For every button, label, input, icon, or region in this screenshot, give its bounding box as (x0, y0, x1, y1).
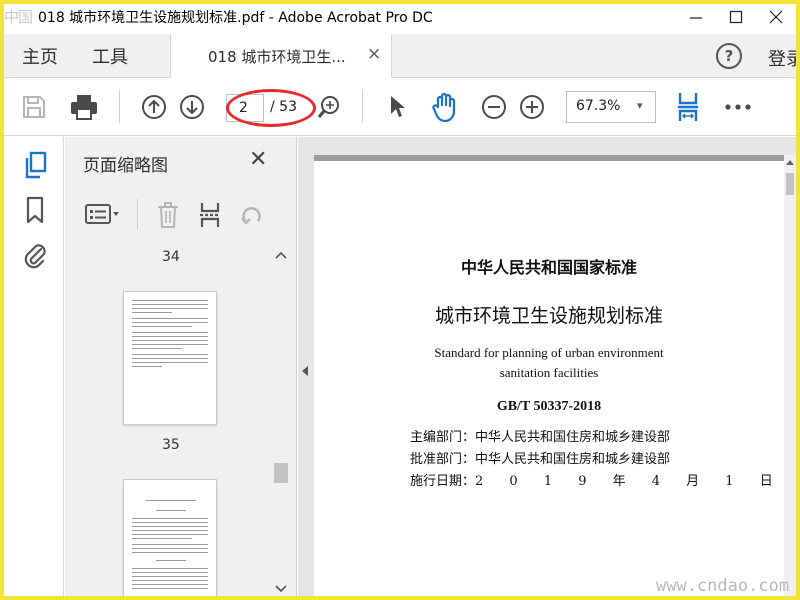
pdf-page: 中华人民共和国国家标准 城市环境卫生设施规划标准 Standard for pl… (314, 155, 784, 596)
tab-home[interactable]: 主页 (22, 43, 58, 69)
thumbnail-list: 34 35 (65, 243, 270, 596)
doc-title-english-line2: sanitation facilities (499, 365, 599, 380)
rotate-page-button[interactable] (237, 199, 267, 231)
paperclip-icon (24, 244, 46, 269)
chevron-down-icon: ▾ (637, 99, 643, 112)
zoom-in-button[interactable] (516, 91, 548, 123)
insert-page-button[interactable] (195, 199, 225, 231)
help-icon[interactable]: ? (716, 43, 742, 69)
site-logo: 中国 (4, 8, 33, 26)
minus-circle-icon (482, 95, 506, 119)
close-panel-button[interactable]: ✕ (249, 147, 267, 172)
bookmarks-toggle[interactable] (20, 193, 50, 227)
save-icon (23, 96, 45, 118)
page-number-input[interactable]: 2 (226, 94, 264, 122)
document-scrollbar[interactable] (784, 155, 796, 596)
page-total: / 53 (270, 99, 297, 115)
minimize-icon (690, 17, 702, 19)
plus-circle-icon (520, 95, 544, 119)
previous-page-button[interactable] (138, 91, 170, 123)
scroll-up-icon[interactable] (275, 251, 287, 259)
arrow-down-icon (180, 95, 204, 119)
scrollbar-thumb[interactable] (274, 463, 288, 483)
maximize-icon (729, 10, 743, 24)
toolbar-separator (362, 89, 363, 123)
window-title: 018 城市环境卫生设施规划标准.pdf - Adobe Acrobat Pro… (38, 10, 433, 26)
tab-tools[interactable]: 工具 (92, 43, 128, 69)
thumbnail-page[interactable] (123, 291, 217, 425)
document-tab-label: 018 城市环境卫生... (208, 48, 346, 66)
trash-icon (158, 202, 178, 228)
doc-effective-date: 施行日期：2 0 1 9 年 4 月 1 日 (410, 470, 784, 489)
document-view[interactable]: 中华人民共和国国家标准 城市环境卫生设施规划标准 Standard for pl… (298, 137, 796, 596)
zoom-out-button[interactable] (478, 91, 510, 123)
title-bar: 中国 018 城市环境卫生设施规划标准.pdf - Adobe Acrobat … (4, 4, 796, 30)
tab-document[interactable]: 018 城市环境卫生... × (170, 34, 392, 78)
scrollbar-thumb[interactable] (786, 173, 794, 195)
zoom-tool-button[interactable] (314, 92, 344, 122)
toolbar-separator (119, 89, 120, 123)
page-thumbnails-toggle[interactable] (20, 149, 50, 183)
doc-standard-code: GB/T 50337-2018 (496, 399, 602, 414)
scroll-down-icon[interactable] (275, 585, 287, 593)
print-button[interactable] (66, 91, 102, 123)
doc-heading: 中华人民共和国国家标准 (460, 258, 637, 277)
fit-width-button[interactable] (672, 88, 704, 126)
insert-pages-icon (200, 203, 220, 227)
doc-chief-editor: 主编部门：中华人民共和国住房和城乡建设部 (410, 430, 671, 445)
site-watermark: www.cndao.com (656, 576, 790, 596)
tab-bar: 主页 工具 018 城市环境卫生... × ? 登录 (4, 34, 796, 78)
doc-date-value: 2 0 1 9 年 4 月 1 日 (475, 474, 784, 489)
options-menu-icon (85, 204, 119, 224)
thumbnail-page[interactable] (123, 479, 217, 596)
printer-icon (71, 95, 97, 120)
scroll-up-icon[interactable] (786, 159, 794, 165)
next-page-button[interactable] (176, 91, 208, 123)
main-toolbar: 2 / 53 67.3% ▾ (4, 79, 796, 136)
app-window: 中国 018 城市环境卫生设施规划标准.pdf - Adobe Acrobat … (0, 0, 800, 600)
magnifier-icon (317, 96, 339, 118)
minimize-button[interactable] (676, 4, 716, 30)
attachments-toggle[interactable] (20, 237, 50, 271)
panel-title: 页面缩略图 (83, 156, 168, 176)
bookmark-icon (26, 196, 44, 224)
thumbnail-scrollbar[interactable] (271, 245, 291, 596)
navigation-rail (4, 137, 64, 596)
fit-width-icon (678, 93, 698, 121)
thumbnails-panel: 页面缩略图 ✕ 34 35 (65, 137, 297, 596)
close-tab-button[interactable]: × (367, 44, 381, 64)
more-tools-button[interactable] (722, 93, 754, 121)
thumbnail-page-number: 35 (162, 437, 180, 453)
thumbnail-page-number: 34 (162, 249, 180, 265)
save-button[interactable] (18, 91, 50, 123)
arrow-up-icon (142, 95, 166, 119)
ellipsis-icon (725, 104, 751, 110)
doc-title: 城市环境卫生设施规划标准 (434, 305, 663, 327)
zoom-level-value: 67.3% (576, 98, 621, 114)
delete-page-button[interactable] (153, 199, 183, 231)
cursor-arrow-icon (391, 96, 405, 117)
zoom-level-select[interactable]: 67.3% ▾ (566, 91, 656, 123)
close-window-button[interactable] (756, 4, 796, 30)
doc-title-english-line1: Standard for planning of urban environme… (434, 345, 664, 360)
panel-toolbar (65, 187, 297, 243)
login-link[interactable]: 登录 (768, 45, 796, 71)
hand-icon (432, 92, 456, 123)
select-tool-button[interactable] (382, 91, 412, 123)
collapse-panel-icon[interactable] (301, 365, 309, 377)
doc-approver: 批准部门：中华人民共和国住房和城乡建设部 (410, 452, 671, 467)
panel-separator (137, 199, 138, 229)
pages-icon (25, 151, 47, 179)
rotate-icon (241, 207, 261, 225)
doc-date-label: 施行日期： (410, 474, 476, 489)
maximize-button[interactable] (716, 4, 756, 30)
hand-tool-button[interactable] (428, 90, 462, 124)
close-icon (769, 10, 783, 24)
thumbnail-options-button[interactable] (83, 199, 123, 229)
